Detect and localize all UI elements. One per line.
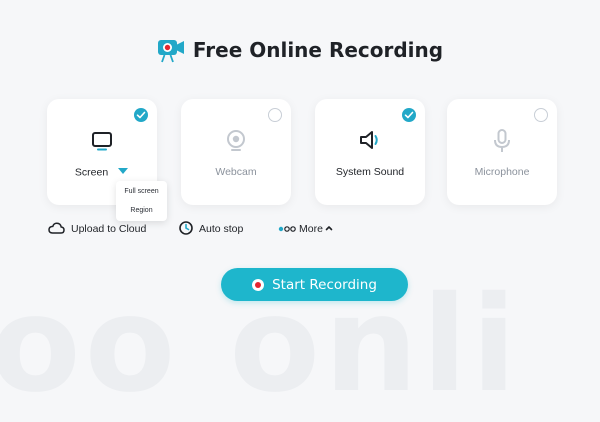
more-dots-icon: [278, 223, 296, 235]
screen-mode-dropdown: Full screen Region: [116, 181, 167, 221]
cloud-icon: [48, 221, 65, 237]
upload-to-cloud-option[interactable]: Upload to Cloud: [48, 220, 146, 238]
microphone-icon: [488, 127, 516, 155]
speaker-icon: [356, 127, 384, 155]
dropdown-option-region[interactable]: Region: [116, 207, 167, 214]
dropdown-option-full-screen[interactable]: Full screen: [116, 188, 167, 195]
auto-stop-label: Auto stop: [199, 223, 244, 235]
webcam-check-icon[interactable]: [268, 108, 282, 122]
system-sound-label: System Sound: [335, 166, 405, 178]
options-row: Upload to Cloud Auto stop More: [0, 220, 600, 238]
start-recording-label: Start Recording: [272, 276, 377, 293]
webcam-label: Webcam: [215, 166, 257, 178]
more-options-toggle[interactable]: More: [278, 220, 333, 238]
screen-dropdown-toggle-icon[interactable]: [117, 166, 129, 179]
webcam-card[interactable]: Webcam: [181, 99, 291, 205]
screen-check-icon[interactable]: [134, 108, 148, 122]
system-sound-check-icon[interactable]: [402, 108, 416, 122]
page-header: Free Online Recording: [0, 36, 600, 64]
microphone-label: Microphone: [474, 166, 530, 178]
system-sound-card[interactable]: System Sound: [315, 99, 425, 205]
screen-label: Screen: [74, 166, 109, 179]
more-label: More: [299, 223, 323, 235]
auto-stop-option[interactable]: Auto stop: [179, 220, 243, 238]
screen-label-row: Screen: [47, 166, 157, 179]
microphone-check-icon[interactable]: [534, 108, 548, 122]
record-dot-icon: [252, 278, 265, 291]
chevron-up-icon: [325, 223, 333, 235]
upload-to-cloud-label: Upload to Cloud: [71, 223, 147, 235]
monitor-icon: [88, 127, 116, 155]
recorder-logo-icon: [157, 36, 185, 64]
clock-icon: [179, 220, 193, 238]
page-title: Free Online Recording: [192, 38, 444, 62]
webcam-icon: [222, 127, 250, 155]
start-recording-button[interactable]: Start Recording: [221, 268, 408, 301]
microphone-card[interactable]: Microphone: [447, 99, 557, 205]
